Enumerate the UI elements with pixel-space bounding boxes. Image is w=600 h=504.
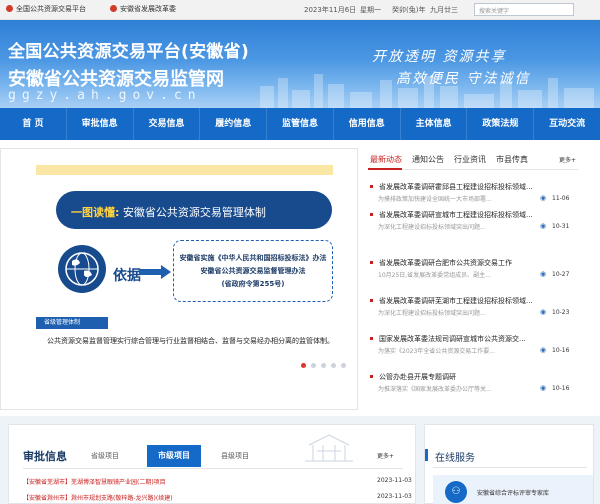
arrow-right-icon (139, 265, 171, 279)
nav-home[interactable]: 首 页 (0, 108, 67, 140)
date-text: 2023年11月6日 (304, 6, 357, 14)
expert-db-label[interactable]: 安徽省综合评标评审专家库 (477, 488, 549, 497)
nav-performance-info[interactable]: 履约信息 (200, 108, 268, 140)
eye-icon: ◉ (540, 384, 547, 392)
link-ndrc[interactable]: 安徽省发展改革委 (110, 4, 176, 14)
pavilion-illustration (305, 434, 353, 462)
tab-latest[interactable]: 最新动态 (370, 154, 402, 165)
approval-more-link[interactable]: 更多+ (377, 451, 394, 460)
tab-notices[interactable]: 通知公告 (412, 154, 444, 165)
slider-dot[interactable] (321, 363, 326, 368)
weekday-text: 星期一 (360, 6, 381, 14)
eye-icon: ◉ (540, 308, 547, 316)
lunar-day-text: 九月廿三 (430, 6, 458, 14)
news-more-link[interactable]: 更多+ (559, 155, 576, 164)
tab-county-projects[interactable]: 县级项目 (221, 451, 249, 461)
slider-dot[interactable] (301, 363, 306, 368)
news-panel: 最新动态 通知公告 行业资讯 市县传真 更多+ 省发展改革委调研霍邱县工程建设招… (368, 154, 578, 393)
service-heading-bar (425, 449, 428, 461)
nav-supervision-info[interactable]: 监管信息 (267, 108, 334, 140)
tab-provincial-projects[interactable]: 省级项目 (91, 451, 119, 461)
online-service-section: 在线服务 ⚇ 安徽省综合评标评审专家库 (424, 424, 594, 504)
slide-headline-highlight: 一图读懂: (71, 206, 120, 219)
eye-icon: ◉ (540, 222, 547, 230)
law-item-2: 安徽省公共资源交易监督管理办法 (200, 267, 306, 275)
slide-headline[interactable]: 一图读懂: 安徽省公共资源交易管理体制 (71, 204, 266, 220)
nav-approval-info[interactable]: 审批信息 (67, 108, 134, 140)
news-tabs: 最新动态 通知公告 行业资讯 市县传真 更多+ (368, 154, 578, 168)
top-bar: 全国公共资源交易平台 安徽省发展改革委 2023年11月6日 星期一 癸卯(兔)… (0, 0, 600, 20)
approval-section: 审批信息 省级项目 市级项目 县级项目 更多+ 【安徽省芜湖市】芜湖博泽智慧眼镜… (8, 424, 416, 504)
nav-policy-regulations[interactable]: 政策法规 (467, 108, 535, 140)
news-tab-underline (368, 168, 578, 170)
slider-dot[interactable] (341, 363, 346, 368)
slogan-line-1: 开放透明 资源共享 (372, 49, 507, 65)
section-tag: 省级管理体制 (36, 317, 108, 329)
feature-slider[interactable]: 一图读懂: 安徽省公共资源交易管理体制 依据 安徽省实施《中华人民共和国招标投标… (0, 148, 358, 410)
slogan-line-2: 高效便民 守法诚信 (396, 71, 531, 87)
nav-interaction[interactable]: 互动交流 (534, 108, 600, 140)
law-item-1: 安徽省实施《中华人民共和国招标投标法》办法 (179, 254, 327, 262)
search-input[interactable]: 搜索关键字 (474, 3, 574, 16)
slider-dot[interactable] (311, 363, 316, 368)
service-divider (433, 467, 587, 468)
emblem-icon (110, 5, 117, 12)
user-icon: ⚇ (445, 481, 467, 503)
eye-icon: ◉ (540, 194, 547, 202)
nav-entity-info[interactable]: 主体信息 (401, 108, 468, 140)
globe-icon (58, 245, 106, 293)
platform-title: 全国公共资源交易平台(安徽省) (8, 42, 250, 62)
law-item-3: (省政府令第255号) (221, 280, 285, 288)
eye-icon: ◉ (540, 346, 547, 354)
service-heading: 在线服务 (435, 453, 475, 464)
lunar-year-text: 癸卯(兔)年 (392, 6, 426, 14)
basis-label: 依据 (113, 268, 141, 284)
tab-city-projects[interactable]: 市级项目 (147, 445, 201, 467)
tab-industry-news[interactable]: 行业资讯 (454, 154, 486, 165)
tab-county-news[interactable]: 市县传真 (496, 154, 528, 165)
approval-divider (23, 468, 403, 469)
site-banner: 全国公共资源交易平台(安徽省) 安徽省公共资源交易监管网 ggzy.ah.gov… (0, 20, 600, 108)
link-national-platform[interactable]: 全国公共资源交易平台 (6, 4, 86, 14)
slider-pagination (301, 363, 346, 368)
approval-heading: 审批信息 (23, 450, 67, 463)
main-nav: 首 页 审批信息 交易信息 履约信息 监管信息 信用信息 主体信息 政策法规 互… (0, 108, 600, 140)
nav-credit-info[interactable]: 信用信息 (334, 108, 401, 140)
nav-trade-info[interactable]: 交易信息 (134, 108, 201, 140)
site-domain: ggzy.ah.gov.cn (8, 88, 202, 103)
slide-description: 公共资源交易监督管理实行综合管理与行业监督相结合、监督与交易经办相分离的监管体制… (47, 337, 334, 345)
emblem-icon (6, 5, 13, 12)
slide-top-bar (36, 165, 333, 175)
slider-dot[interactable] (331, 363, 336, 368)
eye-icon: ◉ (540, 270, 547, 278)
slide-headline-text: 安徽省公共资源交易管理体制 (122, 206, 266, 219)
